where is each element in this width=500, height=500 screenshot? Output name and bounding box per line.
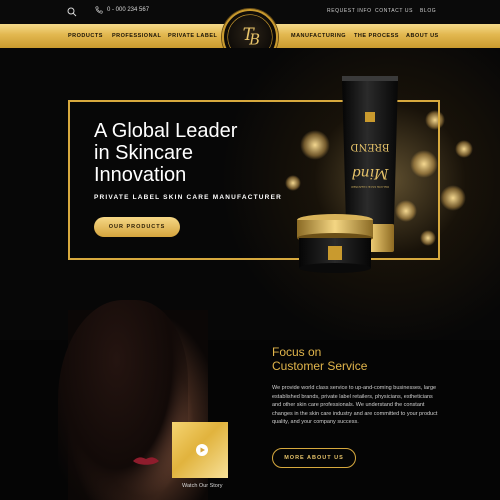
nav-item-professional[interactable]: PROFESSIONAL bbox=[112, 33, 161, 39]
model-lips-image bbox=[133, 457, 159, 465]
nav-item-about-us[interactable]: ABOUT US bbox=[406, 33, 439, 39]
tube-small-text: DELUXE FACE CLEANSER bbox=[350, 185, 389, 189]
our-products-button[interactable]: OUR PRODUCTS bbox=[94, 217, 180, 237]
request-info-link[interactable]: REQUEST INFO bbox=[327, 8, 372, 14]
tube-brand-text: BREND bbox=[351, 141, 390, 152]
hero-title-line: A Global Leader bbox=[94, 120, 238, 142]
tube-script-text: Mind bbox=[352, 165, 390, 181]
search-icon[interactable] bbox=[67, 7, 77, 17]
focus-title-line: Focus on bbox=[272, 345, 322, 359]
phone-icon bbox=[95, 6, 103, 14]
hero-title: A Global Leader in Skincare Innovation bbox=[94, 120, 314, 186]
focus-title-line: Customer Service bbox=[272, 359, 368, 373]
more-about-us-button[interactable]: MORE ABOUT US bbox=[272, 448, 356, 468]
blog-link[interactable]: BLOG bbox=[420, 8, 436, 14]
model-hair-shadow bbox=[58, 300, 188, 500]
product-jar-image bbox=[297, 214, 373, 273]
focus-title: Focus on Customer Service bbox=[272, 345, 367, 373]
focus-body-text: We provide world class service to up-and… bbox=[272, 385, 438, 425]
bokeh-light bbox=[455, 140, 473, 158]
nav-item-the-process[interactable]: THE PROCESS bbox=[354, 33, 399, 39]
contact-us-link[interactable]: CONTACT US bbox=[375, 8, 413, 14]
bokeh-light bbox=[440, 185, 466, 211]
nav-item-private-label[interactable]: PRIVATE LABEL bbox=[168, 33, 217, 39]
phone-number[interactable]: 0 - 000 234 567 bbox=[95, 6, 149, 14]
hero-title-line: in Skincare bbox=[94, 142, 193, 164]
video-caption: Watch Our Story bbox=[182, 483, 223, 489]
nav-item-manufacturing[interactable]: MANUFACTURING bbox=[291, 33, 346, 39]
hero-title-line: Innovation bbox=[94, 164, 187, 186]
nav-item-products[interactable]: PRODUCTS bbox=[68, 33, 103, 39]
hero-subtitle: PRIVATE LABEL SKIN CARE MANUFACTURER bbox=[94, 194, 283, 201]
phone-label: 0 - 000 234 567 bbox=[107, 7, 150, 13]
play-icon[interactable] bbox=[196, 444, 208, 456]
svg-text:B: B bbox=[248, 30, 260, 48]
